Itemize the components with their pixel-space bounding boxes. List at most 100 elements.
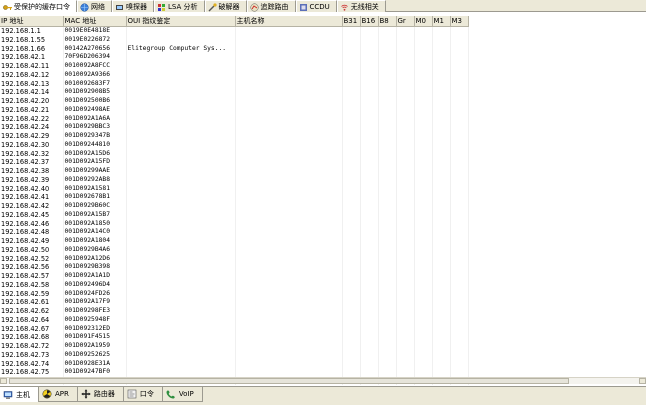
column-header[interactable]: Gr	[396, 16, 415, 27]
column-header[interactable]: IP 地址	[0, 16, 64, 27]
table-cell	[126, 219, 236, 229]
table-row[interactable]: 192.168.42.22 001D092A1A6A	[0, 114, 469, 124]
horizontal-scrollbar[interactable]	[0, 377, 646, 384]
table-cell	[342, 254, 361, 264]
table-cell: 001D092496D4	[63, 280, 127, 290]
table-cell	[450, 263, 469, 272]
table-cell: 192.168.42.73	[0, 350, 64, 360]
table-cell	[414, 280, 433, 290]
column-header[interactable]: M1	[432, 16, 451, 27]
top-tab-7[interactable]: CCDU	[295, 0, 337, 12]
table-row[interactable]: 192.168.42.52 001D092A12D6	[0, 254, 469, 264]
column-header[interactable]: B31	[342, 16, 361, 27]
table-cell	[235, 44, 343, 54]
table-row[interactable]: 192.168.42.46 001D092A1850	[0, 219, 469, 229]
table-cell	[235, 263, 343, 272]
table-row[interactable]: 192.168.42.45 001D092A15B7	[0, 210, 469, 220]
top-tab-2[interactable]: 网络	[77, 0, 112, 12]
table-cell	[414, 88, 433, 97]
table-row[interactable]: 192.168.42.72 001D092A1959	[0, 342, 469, 351]
bottom-tab-1[interactable]: 主机	[0, 387, 39, 402]
scroll-left-arrow-icon[interactable]	[0, 378, 7, 384]
table-cell: 192.168.42.49	[0, 237, 64, 246]
bottom-tab-3[interactable]: 路由器	[77, 387, 124, 402]
table-cell	[396, 175, 415, 185]
table-row[interactable]: 192.168.42.1 70F96D206394	[0, 53, 469, 62]
table-cell	[432, 35, 451, 45]
apr-icon	[42, 389, 52, 399]
bottom-tab-4[interactable]: 口令	[123, 387, 163, 402]
table-row[interactable]: 192.168.42.21 001D092498AE	[0, 105, 469, 115]
top-tab-5[interactable]: 破解器	[204, 0, 247, 12]
table-row[interactable]: 192.168.1.66 00142A270656 Elitegroup Compu…	[0, 44, 469, 54]
top-tab-8[interactable]: 无线相关	[336, 0, 386, 12]
table-row[interactable]: 192.168.42.59 001D0924FD26	[0, 289, 469, 299]
table-cell	[414, 53, 433, 62]
table-row[interactable]: 192.168.42.20 001D092500B6	[0, 97, 469, 106]
table-row[interactable]: 192.168.42.68 001D091F4515	[0, 333, 469, 342]
top-tab-3[interactable]: 嗅探器	[112, 0, 154, 12]
table-row[interactable]: 192.168.1.55 0019E0226872	[0, 35, 469, 45]
table-row[interactable]: 192.168.42.61 001D092A17F9	[0, 298, 469, 307]
table-row[interactable]: 192.168.42.50 001D0929B4A6	[0, 245, 469, 255]
top-tab-1[interactable]: 受保护的缓存口令	[0, 0, 77, 12]
table-cell	[432, 272, 451, 281]
table-row[interactable]: 192.168.42.62 001D09298FE3	[0, 307, 469, 316]
table-cell: 001D092A1959	[63, 342, 127, 351]
table-row[interactable]: 192.168.42.58 001D092496D4	[0, 280, 469, 290]
host-icon	[3, 390, 13, 400]
scroll-thumb[interactable]	[9, 378, 569, 384]
table-cell	[126, 280, 236, 290]
table-cell	[235, 315, 343, 325]
table-row[interactable]: 192.168.1.1 0019E0E4818E	[0, 26, 469, 36]
table-row[interactable]: 192.168.42.48 001D092A14C0	[0, 228, 469, 237]
column-header[interactable]: M0	[414, 16, 433, 27]
table-cell	[450, 324, 469, 334]
column-header[interactable]: B8	[378, 16, 397, 27]
table-row[interactable]: 192.168.42.30 001D09244810	[0, 140, 469, 150]
table-cell	[342, 324, 361, 334]
table-cell: 001D092908B5	[63, 88, 127, 97]
table-cell	[378, 193, 397, 202]
column-header[interactable]: B16	[360, 16, 379, 27]
table-row[interactable]: 192.168.42.67 001D092312ED	[0, 324, 469, 334]
table-row[interactable]: 192.168.42.37 001D092A15FD	[0, 158, 469, 167]
table-row[interactable]: 192.168.42.38 001D09299AAE	[0, 167, 469, 176]
table-row[interactable]: 192.168.42.41 001D092678B1	[0, 193, 469, 202]
table-cell	[126, 97, 236, 106]
table-cell: 001D091F4515	[63, 333, 127, 342]
table-row[interactable]: 192.168.42.11 0010092A8FCC	[0, 62, 469, 71]
table-cell	[126, 70, 236, 80]
scroll-right-arrow-icon[interactable]	[639, 378, 646, 384]
table-row[interactable]: 192.168.42.57 001D092A1A1D	[0, 272, 469, 281]
column-header[interactable]: M3	[450, 16, 469, 27]
table-row[interactable]: 192.168.42.32 001D092A15D6	[0, 149, 469, 159]
column-header[interactable]: 主机名称	[235, 16, 343, 27]
table-row[interactable]: 192.168.42.49 001D092A1804	[0, 237, 469, 246]
table-row[interactable]: 192.168.42.12 0010092A9366	[0, 70, 469, 80]
table-cell: 001D092A15D6	[63, 149, 127, 159]
table-cell	[378, 307, 397, 316]
table-cell: 001D0928E31A	[63, 359, 127, 369]
bottom-tab-2[interactable]: APR	[39, 387, 78, 402]
table-row[interactable]: 192.168.42.74 001D0928E31A	[0, 359, 469, 369]
column-header[interactable]: MAC 地址	[63, 16, 127, 27]
top-tab-4[interactable]: LSA 分析	[154, 0, 205, 12]
table-row[interactable]: 192.168.42.29 001D0929347B	[0, 132, 469, 141]
table-row[interactable]: 192.168.42.64 001D0925948F	[0, 315, 469, 325]
table-row[interactable]: 192.168.42.73 001D09252625	[0, 350, 469, 360]
bottom-tab-5[interactable]: VoIP	[162, 387, 203, 402]
table-row[interactable]: 192.168.42.39 001D09292AB8	[0, 175, 469, 185]
table-row[interactable]: 192.168.42.14 001D092908B5	[0, 88, 469, 97]
table-cell	[126, 254, 236, 264]
table-row[interactable]: 192.168.42.42 001D0929B60C	[0, 202, 469, 211]
table-cell	[378, 132, 397, 141]
column-header[interactable]: OUI 指纹鉴定	[126, 16, 236, 27]
top-tab-6[interactable]: 追踪路由	[246, 0, 296, 12]
table-row[interactable]: 192.168.42.40 001D092A1581	[0, 184, 469, 194]
table-row[interactable]: 192.168.42.56 001D0929B398	[0, 263, 469, 272]
table-row[interactable]: 192.168.42.13 0010092683F7	[0, 79, 469, 89]
table-row[interactable]: 192.168.42.75 001D09247BF0	[0, 368, 469, 377]
table-row[interactable]: 192.168.42.24 001D0929BBC3	[0, 123, 469, 132]
table-cell	[235, 350, 343, 360]
